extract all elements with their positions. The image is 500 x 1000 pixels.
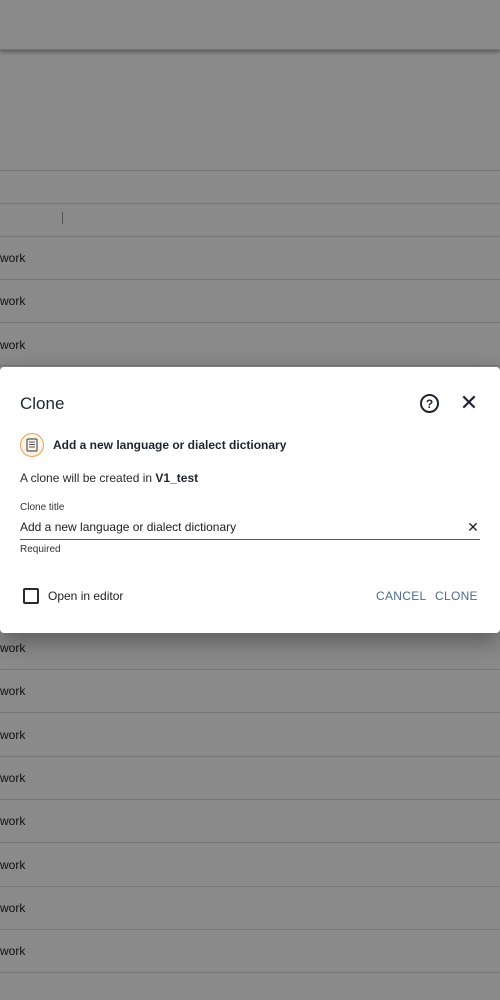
open-in-editor-label[interactable]: Open in editor — [48, 589, 123, 603]
field-helper-text: Required — [20, 544, 61, 555]
clone-info-text: A clone will be created in V1_test — [20, 471, 198, 485]
template-summary: Add a new language or dialect dictionary — [20, 433, 286, 457]
clone-button[interactable]: CLONE — [435, 589, 478, 603]
clone-title-label: Clone title — [20, 502, 65, 513]
document-icon — [20, 433, 44, 457]
input-underline — [20, 539, 480, 540]
clone-title-input[interactable] — [20, 519, 460, 535]
close-icon[interactable]: ✕ — [459, 392, 479, 414]
help-icon[interactable]: ? — [420, 394, 439, 413]
clone-target: V1_test — [155, 471, 199, 485]
open-in-editor-checkbox[interactable] — [23, 588, 39, 604]
template-name: Add a new language or dialect dictionary — [53, 438, 287, 452]
clear-icon[interactable]: ✕ — [466, 519, 480, 535]
clone-dialog: Clone ? ✕ Add a new language or dialect … — [0, 367, 500, 633]
clone-info-prefix: A clone will be created in — [20, 471, 156, 485]
cancel-button[interactable]: CANCEL — [376, 589, 426, 603]
dialog-title: Clone — [20, 394, 65, 413]
